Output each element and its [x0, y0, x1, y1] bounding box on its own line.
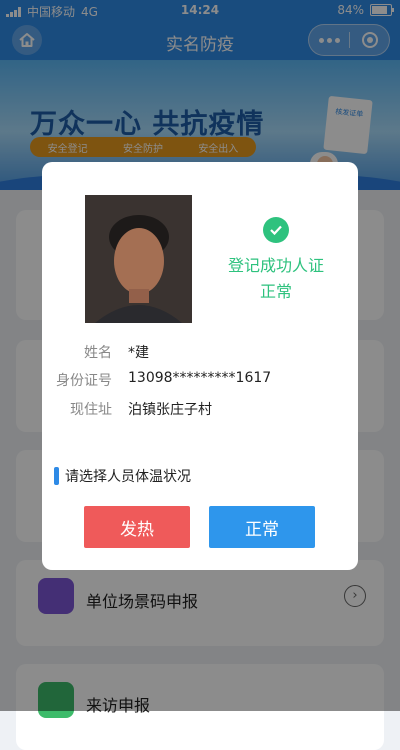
success-status: 登记成功人证 正常: [206, 217, 346, 305]
temperature-prompt: 请选择人员体温状况: [54, 466, 191, 486]
info-key: 姓名: [84, 345, 112, 361]
info-value: *建: [128, 345, 149, 361]
info-key: 现住址: [70, 402, 112, 418]
temperature-prompt-text: 请选择人员体温状况: [65, 469, 191, 485]
info-row-id: 身份证号 13098*********1617: [42, 370, 358, 394]
registration-result-dialog: 登记成功人证 正常 姓名 *建 身份证号 13098*********1617 …: [42, 162, 358, 570]
info-value: 泊镇张庄子村: [128, 402, 212, 418]
status-text-line2: 正常: [259, 282, 292, 301]
check-circle-icon: [263, 217, 289, 243]
info-value: 13098*********1617: [128, 370, 272, 386]
fever-button[interactable]: 发热: [84, 506, 190, 548]
id-photo: [85, 195, 192, 323]
info-row-address: 现住址 泊镇张庄子村: [42, 399, 358, 423]
info-row-name: 姓名 *建: [42, 342, 358, 366]
normal-button[interactable]: 正常: [209, 506, 315, 548]
info-key: 身份证号: [56, 373, 112, 389]
status-text-line1: 登记成功人证: [227, 256, 324, 275]
